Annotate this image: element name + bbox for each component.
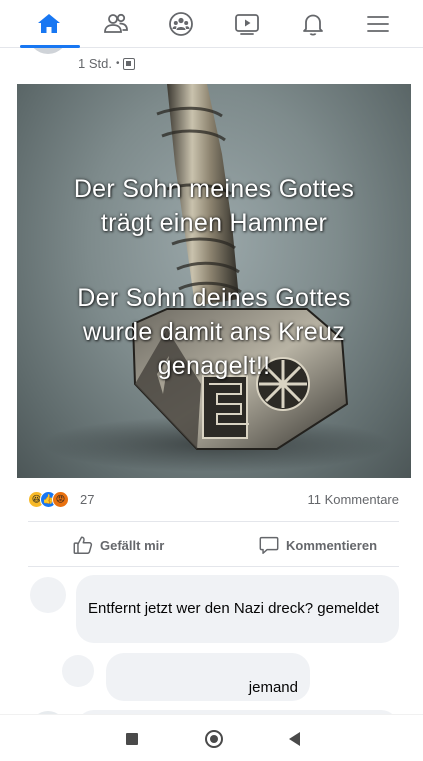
groups-tab[interactable] <box>148 0 214 48</box>
angry-reaction-icon: 😡 <box>52 491 69 508</box>
notifications-tab[interactable] <box>280 0 346 48</box>
watch-video-icon <box>235 14 259 35</box>
commenter-avatar[interactable] <box>30 577 66 613</box>
active-tab-indicator <box>20 45 80 48</box>
post-meta: 1 Std. • <box>78 56 136 71</box>
reply-avatar[interactable] <box>62 655 94 687</box>
hamburger-menu-icon <box>367 16 389 32</box>
circle-icon <box>205 730 223 748</box>
system-navigation-bar <box>0 714 423 761</box>
square-icon <box>126 733 138 745</box>
friends-tab[interactable] <box>83 0 149 48</box>
reply-bubble[interactable]: jemand <box>106 653 310 701</box>
audience-icon <box>123 57 136 70</box>
comment-icon <box>259 536 279 554</box>
bell-icon <box>303 14 323 36</box>
recents-button[interactable] <box>120 727 144 751</box>
comment-count[interactable]: 11 Kommentare <box>307 492 399 507</box>
post-header: 1 Std. • <box>0 30 423 82</box>
friends-icon <box>104 13 128 33</box>
comment-button[interactable]: Kommentieren <box>258 532 377 558</box>
thumbs-up-icon <box>73 536 93 554</box>
divider <box>28 521 399 522</box>
reaction-count[interactable]: 27 <box>80 492 94 507</box>
like-button[interactable]: Gefällt mir <box>72 532 164 558</box>
comment-label: Kommentieren <box>286 537 378 553</box>
divider <box>28 566 399 567</box>
image-caption-top: Der Sohn meines Gottes trägt einen Hamme… <box>73 175 355 237</box>
home-tab[interactable] <box>16 0 82 48</box>
post-image[interactable]: Der Sohn meines Gottes trägt einen Hamme… <box>17 84 411 478</box>
back-button[interactable] <box>282 727 306 751</box>
like-label: Gefällt mir <box>100 537 165 553</box>
comment-bubble[interactable]: Entfernt jetzt wer den Nazi dreck? gemel… <box>76 575 399 643</box>
reaction-icons: 😆 👍 😡 <box>28 491 69 508</box>
home-icon <box>38 14 60 33</box>
post-time[interactable]: 1 Std. <box>78 56 112 71</box>
groups-icon <box>169 12 193 36</box>
reply-text: jemand <box>248 679 298 696</box>
comment-text: Entfernt jetzt wer den Nazi dreck? gemel… <box>88 600 379 617</box>
image-caption-bottom: Der Sohn deines Gottes wurde damit ans K… <box>77 284 351 380</box>
home-system-button[interactable] <box>202 727 226 751</box>
menu-tab[interactable] <box>345 0 411 48</box>
reactions-summary[interactable]: 😆 👍 😡 27 11 Kommentare <box>0 487 423 513</box>
meta-separator: • <box>115 58 120 69</box>
top-navigation-bar <box>0 0 423 48</box>
back-triangle-icon <box>288 732 300 746</box>
watch-tab[interactable] <box>214 0 280 48</box>
